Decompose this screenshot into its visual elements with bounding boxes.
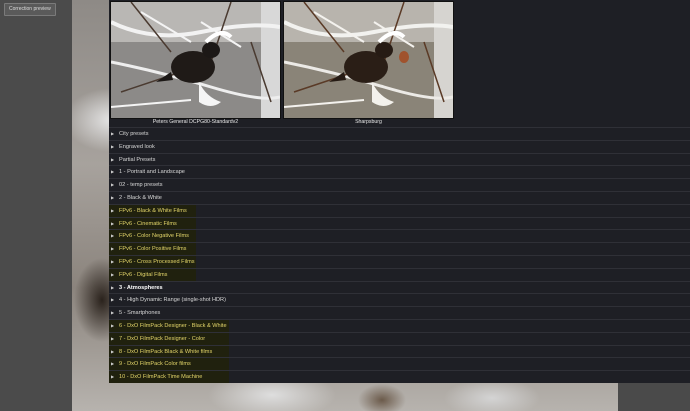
preset-folder-label: Engraved look	[119, 143, 155, 150]
preset-folder-label: 7 - DxO FilmPack Designer - Color	[119, 335, 206, 342]
preset-folder-item[interactable]: ▶ 7 - DxO FilmPack Designer - Color	[109, 331, 690, 345]
preset-folder-label: 2 - Black & White	[119, 194, 162, 201]
preset-folder-item[interactable]: ▶ FPv6 - Digital Films	[109, 267, 690, 281]
preset-folder-label: 4 - High Dynamic Range (single-shot HDR)	[119, 297, 226, 304]
preset-folder-label: City presets	[119, 131, 149, 137]
preset-folder-label: FPv6 - Color Negative Films	[119, 233, 189, 240]
preset-folder-item[interactable]: ▶ FPv6 - Cinematic Films	[109, 216, 690, 230]
preset-folder-label: 9 - DxO FilmPack Color films	[119, 361, 191, 368]
preset-thumbnail-2[interactable]	[283, 1, 454, 119]
expand-arrow-icon[interactable]: ▶	[109, 371, 119, 384]
preset-folder-label: 1 - Portrait and Landscape	[119, 169, 185, 176]
preset-folder-item[interactable]: ▶ 8 - DxO FilmPack Black & White films	[109, 344, 690, 358]
preset-folder-label: 3 - Atmospheres	[119, 284, 163, 291]
preset-folder-item[interactable]: ▶ FPv6 - Cross Processed Films	[109, 254, 690, 268]
preset-folder-item[interactable]: ▶ 10 - DxO FilmPack Time Machine	[109, 370, 690, 383]
preset-thumbnail-1[interactable]	[110, 1, 281, 119]
preset-folder-label: FPv6 - Color Positive Films	[119, 246, 187, 253]
correction-preview-button[interactable]: Correction preview	[4, 3, 56, 16]
preset-folder-label: 10 - DxO FilmPack Time Machine	[119, 374, 203, 381]
preset-preview-popup: Peters General DCPG80-Standardv2 Sharpsb…	[109, 0, 690, 383]
thumbnail-caption-1: Peters General DCPG80-Standardv2	[152, 119, 239, 125]
preset-folder-item[interactable]: ▶ Partial Presets	[109, 152, 690, 166]
preset-folder-label: FPv6 - Cinematic Films	[119, 220, 177, 227]
preset-folder-item[interactable]: ▶ 3 - Atmospheres	[109, 280, 690, 294]
preset-folder-label: 6 - DxO FilmPack Designer - Black & Whit…	[119, 322, 227, 329]
preset-folder-label: FPv6 - Digital Films	[119, 271, 168, 278]
preset-folder-label: FPv6 - Black & White Films	[119, 207, 187, 214]
preset-folder-item[interactable]: ▶ 6 - DxO FilmPack Designer - Black & Whi…	[109, 318, 690, 332]
left-panel: Correction preview	[0, 0, 72, 411]
preset-folder-item[interactable]: ▶ 9 - DxO FilmPack Color films	[109, 357, 690, 371]
preset-folder-label: 02 - temp presets	[119, 182, 163, 189]
preset-folder-item[interactable]: ▶ City presets	[109, 127, 690, 140]
preset-folder-item[interactable]: ▶ FPv6 - Color Positive Films	[109, 242, 690, 255]
preset-folder-item[interactable]: ▶ 2 - Black & White	[109, 190, 690, 204]
preset-folder-label: 5 - Smartphones	[119, 310, 161, 317]
preset-folder-label: Partial Presets	[119, 156, 156, 163]
preset-folder-item[interactable]: ▶ FPv6 - Black & White Films	[109, 203, 690, 217]
preset-folder-item[interactable]: ▶ 1 - Portrait and Landscape	[109, 165, 690, 178]
preset-list: ▶ City presets ▶ Engraved look ▶ Partial Pres…	[109, 127, 690, 383]
preset-folder-label: FPv6 - Cross Processed Films	[119, 258, 195, 265]
preset-folder-item[interactable]: ▶ Engraved look	[109, 139, 690, 153]
preset-folder-item[interactable]: ▶ 4 - High Dynamic Range (single-shot HDR…	[109, 293, 690, 306]
preset-folder-item[interactable]: ▶ 5 - Smartphones	[109, 306, 690, 319]
preset-folder-label: 8 - DxO FilmPack Black & White films	[119, 348, 213, 355]
preset-folder-item[interactable]: ▶ 02 - temp presets	[109, 178, 690, 191]
preset-folder-item[interactable]: ▶ FPv6 - Color Negative Films	[109, 229, 690, 243]
thumbnail-caption-2: Sharpsburg	[355, 119, 382, 125]
